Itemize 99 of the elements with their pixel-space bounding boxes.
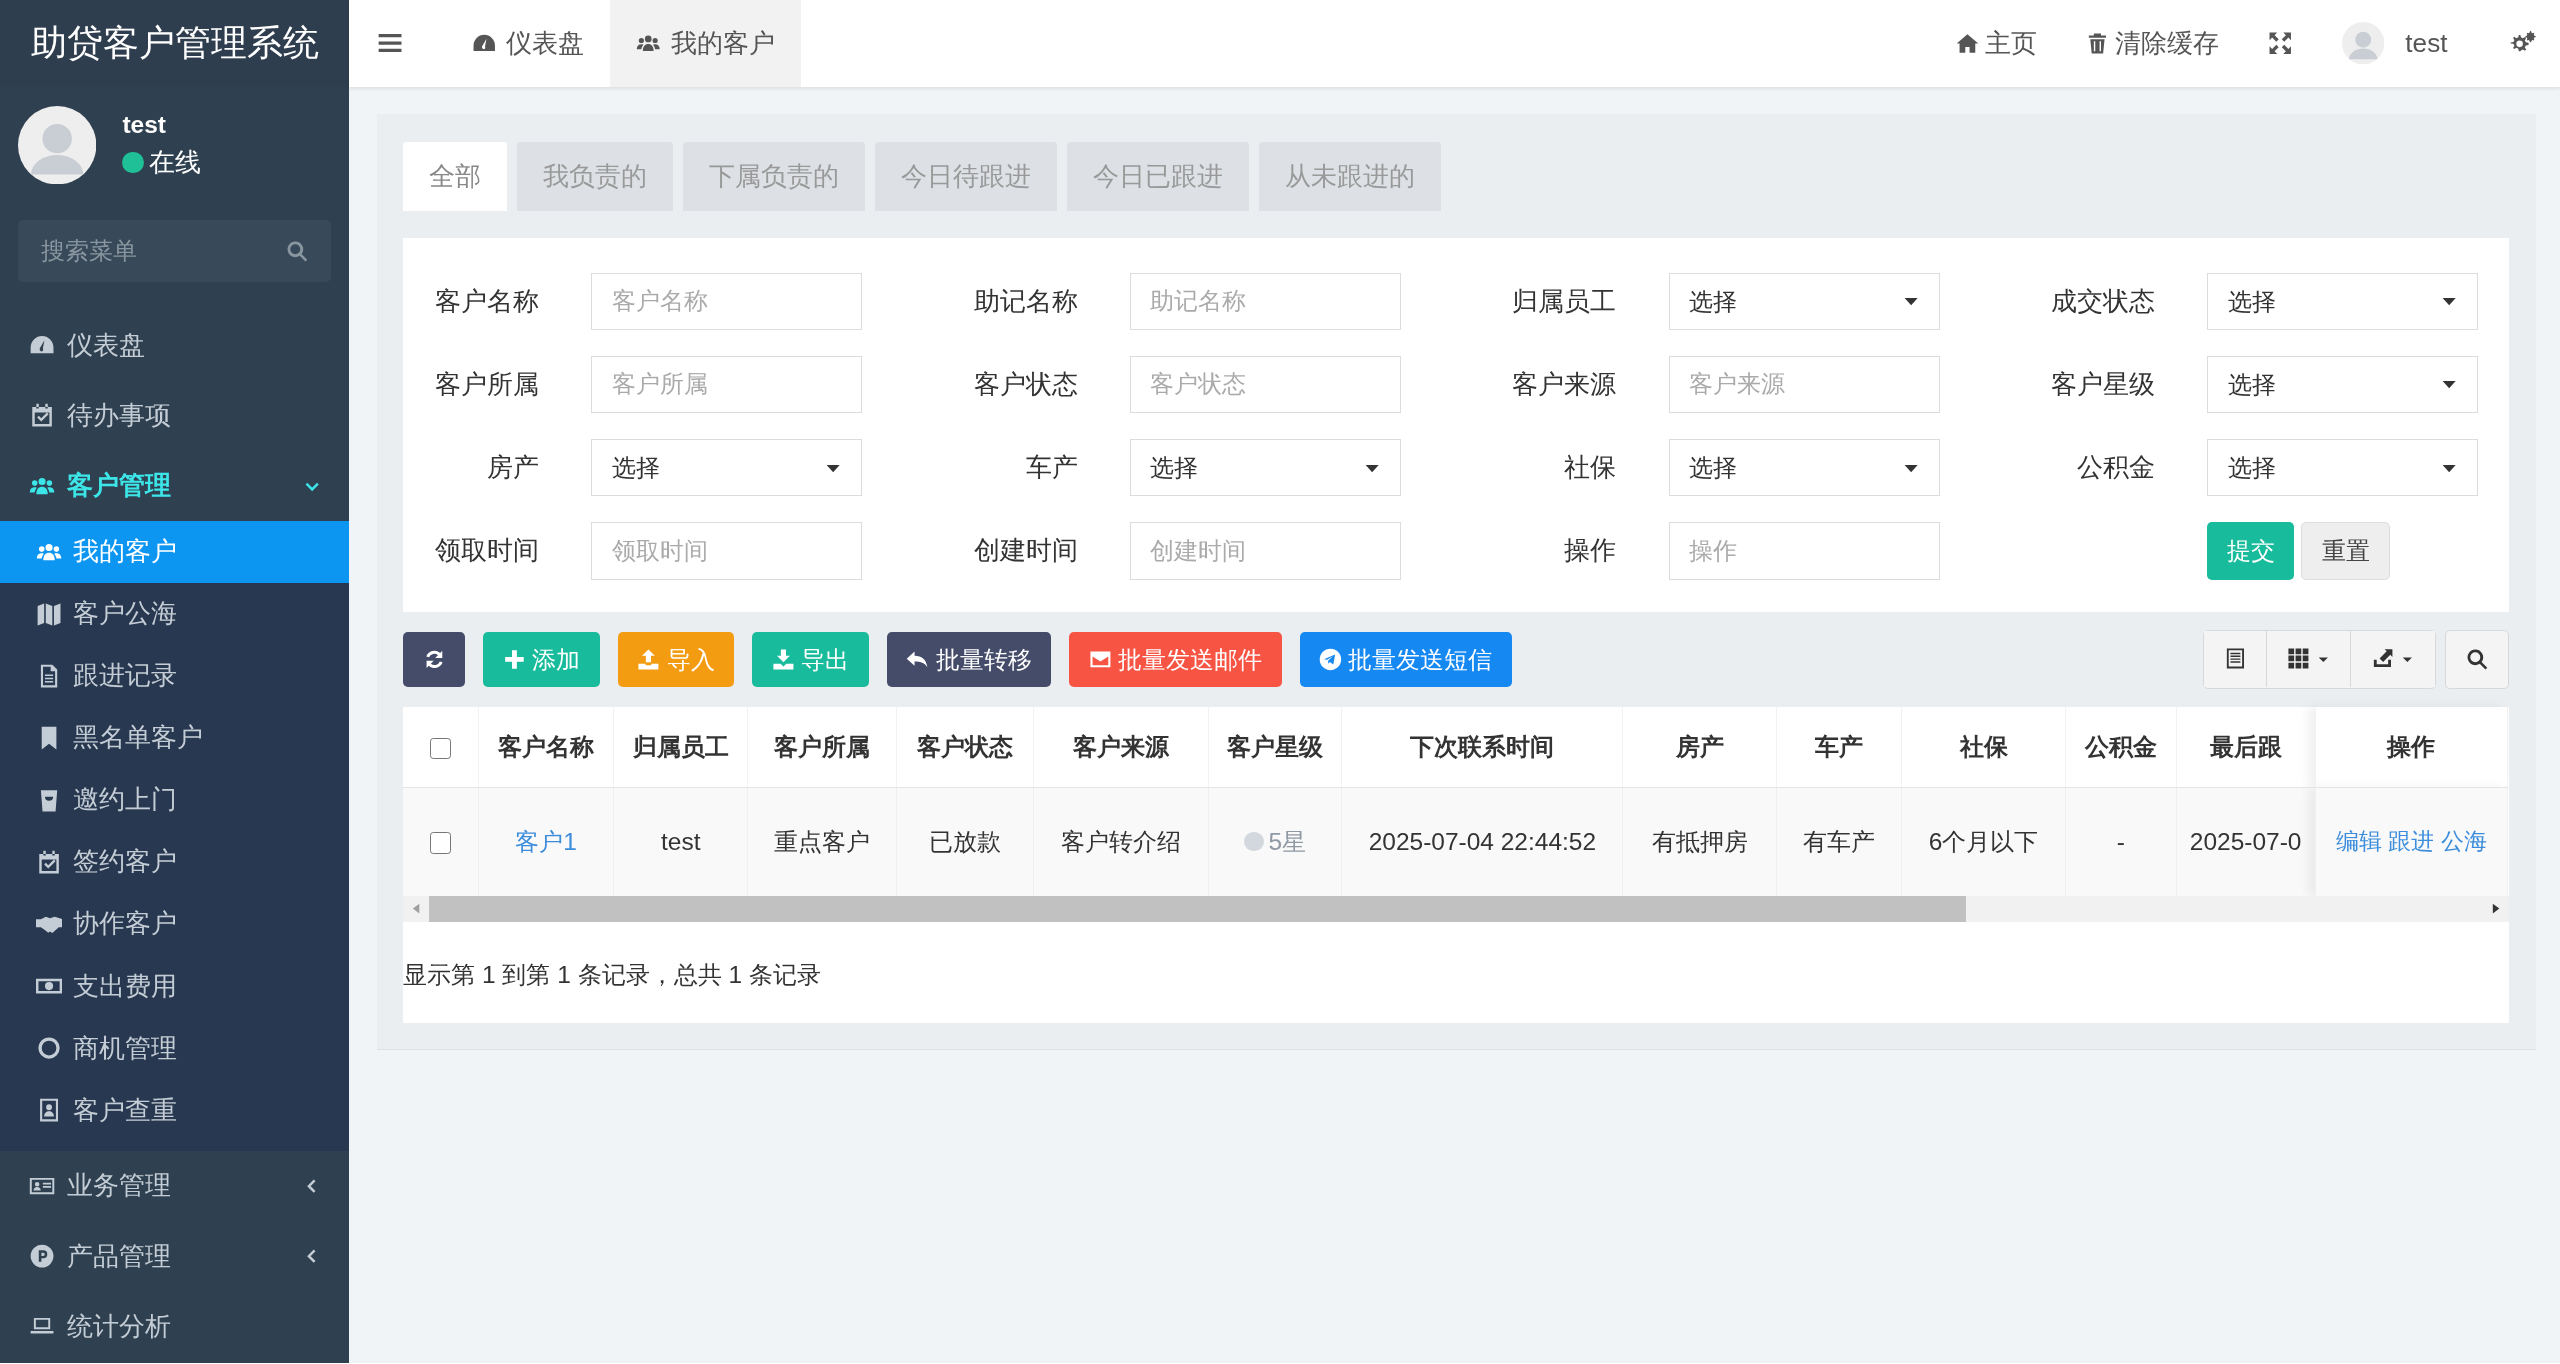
sidebar-item[interactable]: 统计分析 — [0, 1291, 350, 1362]
column-header: 客户星级 — [1208, 706, 1342, 788]
status-text: 在线 — [148, 146, 201, 180]
refresh-button[interactable] — [403, 631, 466, 688]
page-tab[interactable]: 仪表盘 — [445, 0, 611, 87]
sms-button[interactable]: 批量发送短信 — [1299, 631, 1513, 688]
upload-icon — [637, 648, 661, 671]
column-header: 公积金 — [2065, 706, 2177, 788]
input-field[interactable]: 客户来源 — [1668, 355, 1940, 413]
column-header: 操作 — [2315, 706, 2508, 788]
field-label: 成交状态 — [2050, 284, 2156, 318]
input-field[interactable]: 操作 — [1668, 522, 1940, 580]
table-cell: 2025-07-04 22:44:52 — [1368, 827, 1597, 855]
field-label: 创建时间 — [972, 534, 1078, 568]
column-header: 归属员工 — [613, 706, 748, 788]
download-icon — [771, 648, 795, 671]
submenu-item[interactable]: 邀约上门 — [0, 768, 350, 831]
menu-search-field[interactable]: 搜索菜单 — [17, 220, 332, 283]
user-name: test — [122, 110, 167, 139]
checkbox[interactable] — [429, 737, 452, 760]
table-cell: 重点客户 — [774, 828, 870, 856]
select-field[interactable]: 选择 — [2207, 439, 2479, 497]
field-label: 归属员工 — [1511, 284, 1617, 318]
sidebar-item[interactable]: 待办事项 — [0, 380, 350, 451]
search-icon — [2466, 648, 2489, 671]
select-field[interactable]: 选择 — [2207, 272, 2479, 330]
column-header: 车产 — [1776, 706, 1902, 788]
field-label: 领取时间 — [433, 534, 539, 568]
field-label: 公积金 — [2076, 451, 2156, 485]
page-tab[interactable]: 我的客户 — [610, 0, 801, 87]
select-field[interactable]: 选择 — [1668, 272, 1940, 330]
clear-cache-link[interactable]: 清除缓存 — [2085, 25, 2220, 61]
submenu-item[interactable]: 商机管理 — [0, 1017, 350, 1080]
home-icon — [1955, 31, 1979, 55]
column-header: 最后跟 — [2176, 706, 2315, 788]
column-header: 社保 — [1901, 706, 2066, 788]
field-label: 客户星级 — [2050, 367, 2156, 401]
sidebar-item[interactable]: 仪表盘 — [0, 310, 350, 381]
sidebar-item[interactable]: 业务管理 — [0, 1150, 350, 1222]
submenu-item[interactable]: 签约客户 — [0, 830, 350, 893]
table-cell: 有车产 — [1803, 828, 1876, 856]
sidebar-item[interactable]: 客户管理 — [0, 450, 350, 521]
checkbox[interactable] — [429, 832, 452, 854]
home-link[interactable]: 主页 — [1955, 25, 2037, 61]
grid-icon — [2286, 647, 2310, 671]
submenu-item[interactable]: 黑名单客户 — [0, 706, 350, 769]
select-field[interactable]: 选择 — [591, 439, 862, 497]
reset-button[interactable]: 重置 — [2301, 522, 2391, 580]
field-label: 操作 — [1563, 534, 1617, 568]
table-cell: - — [2116, 827, 2125, 855]
input-field[interactable]: 领取时间 — [591, 522, 862, 580]
search-button[interactable] — [2445, 630, 2510, 689]
select-field[interactable]: 选择 — [1668, 439, 1940, 497]
select-field[interactable]: 选择 — [1129, 439, 1401, 497]
column-header: 房产 — [1622, 706, 1777, 788]
table-cell: test — [661, 827, 701, 855]
star-level-label: 5星 — [1244, 825, 1307, 859]
input-field[interactable]: 创建时间 — [1129, 522, 1401, 580]
field-label: 助记名称 — [972, 284, 1078, 318]
table-cell: 已放款 — [928, 828, 1001, 856]
column-header: 客户状态 — [896, 706, 1034, 788]
submenu-item[interactable]: 客户公海 — [0, 582, 350, 645]
column-header: 客户来源 — [1033, 706, 1209, 788]
search-icon — [285, 239, 309, 263]
field-label: 客户来源 — [1511, 367, 1617, 401]
circle-p-icon — [29, 1243, 56, 1270]
input-field[interactable]: 客户名称 — [591, 272, 862, 330]
toggle-view-button[interactable] — [2204, 631, 2268, 687]
plus-icon — [502, 648, 526, 671]
column-header: 客户名称 — [478, 706, 614, 788]
table-cell: 客户转介绍 — [1060, 828, 1181, 856]
input-field[interactable]: 客户所属 — [591, 355, 862, 413]
pagination-info: 显示第 1 到第 1 条记录，总共 1 条记录 — [403, 959, 822, 990]
table-cell: 6个月以下 — [1928, 828, 2039, 856]
column-header: 下次联系时间 — [1342, 706, 1623, 788]
field-label: 车产 — [1024, 451, 1078, 485]
avatar — [2341, 22, 2385, 65]
transfer-button[interactable]: 批量转移 — [886, 631, 1052, 688]
fullscreen-icon[interactable] — [2268, 31, 2293, 56]
submenu-item[interactable]: 跟进记录 — [0, 644, 350, 707]
submenu-item[interactable]: 支出费用 — [0, 955, 350, 1018]
field-label: 社保 — [1563, 451, 1617, 485]
input-field[interactable]: 客户状态 — [1129, 355, 1401, 413]
horizontal-scrollbar[interactable] — [403, 895, 2510, 922]
table-cell: 有抵押房 — [1651, 828, 1748, 856]
paper-plane-icon — [1319, 648, 1342, 671]
table-cell: 2025-07-0 — [2189, 827, 2302, 855]
submenu-item[interactable]: 协作客户 — [0, 892, 350, 955]
field-label: 客户所属 — [433, 367, 539, 401]
field-label: 客户状态 — [972, 367, 1078, 401]
user-menu[interactable]: test — [2341, 22, 2448, 65]
submenu-item[interactable]: 客户查重 — [0, 1079, 350, 1142]
field-label: 房产 — [485, 451, 539, 485]
select-field[interactable]: 选择 — [2207, 355, 2479, 413]
column-header: 客户所属 — [747, 706, 897, 788]
filter-tab[interactable]: 全部 — [403, 142, 508, 211]
input-field[interactable]: 助记名称 — [1129, 272, 1401, 330]
field-label: 客户名称 — [433, 284, 539, 318]
sidebar-item[interactable]: 产品管理 — [0, 1221, 350, 1292]
